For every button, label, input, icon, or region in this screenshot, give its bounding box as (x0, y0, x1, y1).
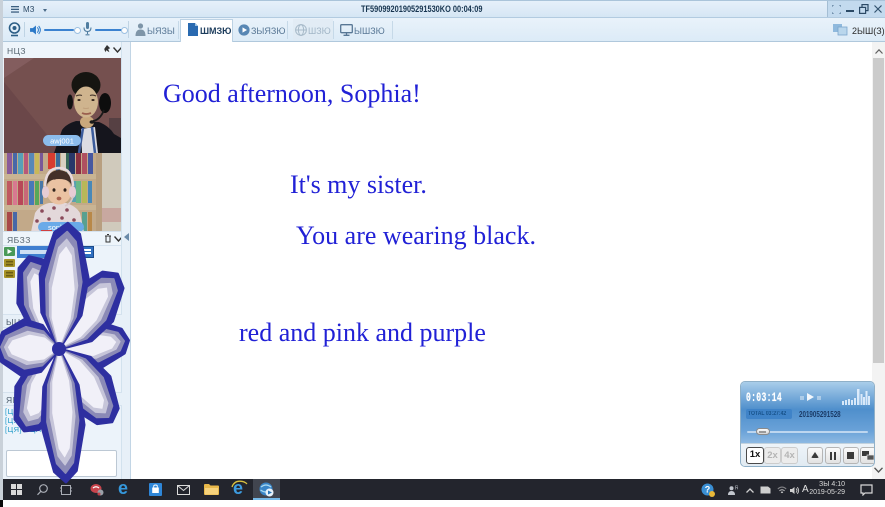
svg-text:R: R (735, 486, 738, 492)
svg-text:awj001: awj001 (50, 137, 74, 146)
